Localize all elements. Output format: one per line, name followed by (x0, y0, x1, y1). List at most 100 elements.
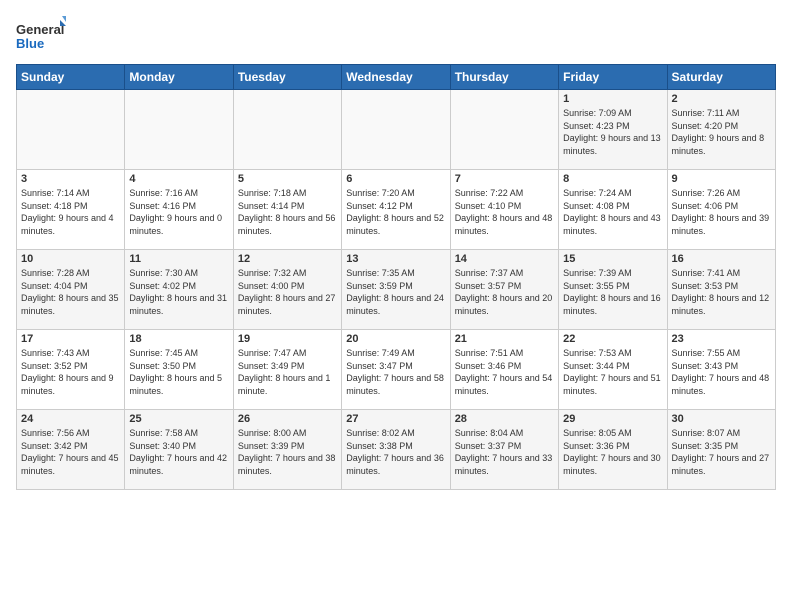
day-number: 19 (238, 333, 337, 345)
day-number: 8 (563, 173, 662, 185)
calendar-cell: 8 Sunrise: 7:24 AM Sunset: 4:08 PM Daylig… (559, 170, 667, 250)
day-number: 26 (238, 413, 337, 425)
calendar-cell: 7 Sunrise: 7:22 AM Sunset: 4:10 PM Daylig… (450, 170, 558, 250)
day-info: Sunrise: 7:30 AM Sunset: 4:02 PM Dayligh… (129, 267, 228, 317)
calendar-cell: 27Sunrise: 8:02 AM Sunset: 3:38 PM Dayli… (342, 410, 450, 490)
day-number: 9 (672, 173, 771, 185)
calendar-cell: 25 Sunrise: 7:58 AM Sunset: 3:40 PM Dayli… (125, 410, 233, 490)
calendar-cell: 24 Sunrise: 7:56 AM Sunset: 3:42 PM Dayli… (17, 410, 125, 490)
day-info: Sunrise: 7:37 AM Sunset: 3:57 PM Dayligh… (455, 267, 554, 317)
day-info: Sunrise: 8:05 AM Sunset: 3:36 PM Dayligh… (563, 427, 662, 477)
day-info: Sunrise: 7:49 AM Sunset: 3:47 PM Dayligh… (346, 347, 445, 397)
day-number: 4 (129, 173, 228, 185)
logo-bird-icon: General Blue (16, 16, 66, 56)
day-number: 13 (346, 253, 445, 265)
day-info: Sunrise: 7:20 AM Sunset: 4:12 PM Dayligh… (346, 187, 445, 237)
day-number: 24 (21, 413, 120, 425)
day-number: 7 (455, 173, 554, 185)
calendar-week-row: 17 Sunrise: 7:43 AM Sunset: 3:52 PM Dayli… (17, 330, 776, 410)
calendar-cell (450, 90, 558, 170)
calendar-cell: 12Sunrise: 7:32 AM Sunset: 4:00 PM Dayli… (233, 250, 341, 330)
calendar-cell: 10 Sunrise: 7:28 AM Sunset: 4:04 PM Dayli… (17, 250, 125, 330)
calendar-table: SundayMondayTuesdayWednesdayThursdayFrid… (16, 64, 776, 490)
day-info: Sunrise: 7:32 AM Sunset: 4:00 PM Dayligh… (238, 267, 337, 317)
day-number: 27 (346, 413, 445, 425)
day-info: Sunrise: 7:53 AM Sunset: 3:44 PM Dayligh… (563, 347, 662, 397)
weekday-header: Friday (559, 65, 667, 90)
day-number: 23 (672, 333, 771, 345)
day-number: 16 (672, 253, 771, 265)
calendar-cell (125, 90, 233, 170)
day-number: 29 (563, 413, 662, 425)
day-number: 17 (21, 333, 120, 345)
calendar-cell: 14Sunrise: 7:37 AM Sunset: 3:57 PM Dayli… (450, 250, 558, 330)
day-number: 3 (21, 173, 120, 185)
day-info: Sunrise: 7:26 AM Sunset: 4:06 PM Dayligh… (672, 187, 771, 237)
calendar-cell: 1Sunrise: 7:09 AM Sunset: 4:23 PM Daylig… (559, 90, 667, 170)
weekday-header: Saturday (667, 65, 775, 90)
day-number: 6 (346, 173, 445, 185)
day-info: Sunrise: 7:43 AM Sunset: 3:52 PM Dayligh… (21, 347, 120, 397)
calendar-week-row: 24 Sunrise: 7:56 AM Sunset: 3:42 PM Dayli… (17, 410, 776, 490)
calendar-cell: 13 Sunrise: 7:35 AM Sunset: 3:59 PM Dayli… (342, 250, 450, 330)
day-number: 1 (563, 93, 662, 105)
day-number: 28 (455, 413, 554, 425)
day-number: 25 (129, 413, 228, 425)
calendar-cell: 30 Sunrise: 8:07 AM Sunset: 3:35 PM Dayli… (667, 410, 775, 490)
calendar-cell: 15 Sunrise: 7:39 AM Sunset: 3:55 PM Dayli… (559, 250, 667, 330)
calendar-cell: 2 Sunrise: 7:11 AM Sunset: 4:20 PM Daylig… (667, 90, 775, 170)
calendar-cell: 4 Sunrise: 7:16 AM Sunset: 4:16 PM Daylig… (125, 170, 233, 250)
svg-text:Blue: Blue (16, 36, 44, 51)
calendar-cell: 18Sunrise: 7:45 AM Sunset: 3:50 PM Dayli… (125, 330, 233, 410)
day-info: Sunrise: 7:51 AM Sunset: 3:46 PM Dayligh… (455, 347, 554, 397)
day-info: Sunrise: 7:58 AM Sunset: 3:40 PM Dayligh… (129, 427, 228, 477)
day-info: Sunrise: 7:28 AM Sunset: 4:04 PM Dayligh… (21, 267, 120, 317)
day-info: Sunrise: 7:16 AM Sunset: 4:16 PM Dayligh… (129, 187, 228, 237)
day-number: 11 (129, 253, 228, 265)
day-info: Sunrise: 7:39 AM Sunset: 3:55 PM Dayligh… (563, 267, 662, 317)
weekday-header: Thursday (450, 65, 558, 90)
day-number: 30 (672, 413, 771, 425)
calendar-week-row: 1Sunrise: 7:09 AM Sunset: 4:23 PM Daylig… (17, 90, 776, 170)
logo: General Blue (16, 16, 66, 56)
calendar-cell: 28 Sunrise: 8:04 AM Sunset: 3:37 PM Dayli… (450, 410, 558, 490)
calendar-cell (342, 90, 450, 170)
weekday-header: Monday (125, 65, 233, 90)
day-info: Sunrise: 8:04 AM Sunset: 3:37 PM Dayligh… (455, 427, 554, 477)
calendar-week-row: 10 Sunrise: 7:28 AM Sunset: 4:04 PM Dayli… (17, 250, 776, 330)
calendar-cell: 3 Sunrise: 7:14 AM Sunset: 4:18 PM Daylig… (17, 170, 125, 250)
calendar-cell: 16 Sunrise: 7:41 AM Sunset: 3:53 PM Dayli… (667, 250, 775, 330)
calendar-cell: 19 Sunrise: 7:47 AM Sunset: 3:49 PM Dayli… (233, 330, 341, 410)
day-info: Sunrise: 7:24 AM Sunset: 4:08 PM Dayligh… (563, 187, 662, 237)
weekday-header: Wednesday (342, 65, 450, 90)
day-info: Sunrise: 7:45 AM Sunset: 3:50 PM Dayligh… (129, 347, 228, 397)
weekday-header-row: SundayMondayTuesdayWednesdayThursdayFrid… (17, 65, 776, 90)
day-info: Sunrise: 8:00 AM Sunset: 3:39 PM Dayligh… (238, 427, 337, 477)
calendar-cell: 6 Sunrise: 7:20 AM Sunset: 4:12 PM Daylig… (342, 170, 450, 250)
day-info: Sunrise: 7:41 AM Sunset: 3:53 PM Dayligh… (672, 267, 771, 317)
calendar-cell: 21Sunrise: 7:51 AM Sunset: 3:46 PM Dayli… (450, 330, 558, 410)
calendar-cell: 29 Sunrise: 8:05 AM Sunset: 3:36 PM Dayli… (559, 410, 667, 490)
day-info: Sunrise: 7:22 AM Sunset: 4:10 PM Dayligh… (455, 187, 554, 237)
calendar-week-row: 3 Sunrise: 7:14 AM Sunset: 4:18 PM Daylig… (17, 170, 776, 250)
day-info: Sunrise: 7:11 AM Sunset: 4:20 PM Dayligh… (672, 107, 771, 157)
day-number: 20 (346, 333, 445, 345)
weekday-header: Tuesday (233, 65, 341, 90)
weekday-header: Sunday (17, 65, 125, 90)
calendar-cell: 20 Sunrise: 7:49 AM Sunset: 3:47 PM Dayli… (342, 330, 450, 410)
day-info: Sunrise: 7:14 AM Sunset: 4:18 PM Dayligh… (21, 187, 120, 237)
day-number: 2 (672, 93, 771, 105)
day-info: Sunrise: 8:07 AM Sunset: 3:35 PM Dayligh… (672, 427, 771, 477)
header: General Blue (16, 16, 776, 56)
day-number: 15 (563, 253, 662, 265)
day-number: 5 (238, 173, 337, 185)
calendar-cell: 9 Sunrise: 7:26 AM Sunset: 4:06 PM Daylig… (667, 170, 775, 250)
day-info: Sunrise: 7:56 AM Sunset: 3:42 PM Dayligh… (21, 427, 120, 477)
calendar-cell: 5Sunrise: 7:18 AM Sunset: 4:14 PM Daylig… (233, 170, 341, 250)
calendar-cell: 22Sunrise: 7:53 AM Sunset: 3:44 PM Dayli… (559, 330, 667, 410)
day-info: Sunrise: 7:55 AM Sunset: 3:43 PM Dayligh… (672, 347, 771, 397)
day-number: 10 (21, 253, 120, 265)
calendar-cell (233, 90, 341, 170)
day-info: Sunrise: 7:35 AM Sunset: 3:59 PM Dayligh… (346, 267, 445, 317)
day-info: Sunrise: 7:47 AM Sunset: 3:49 PM Dayligh… (238, 347, 337, 397)
